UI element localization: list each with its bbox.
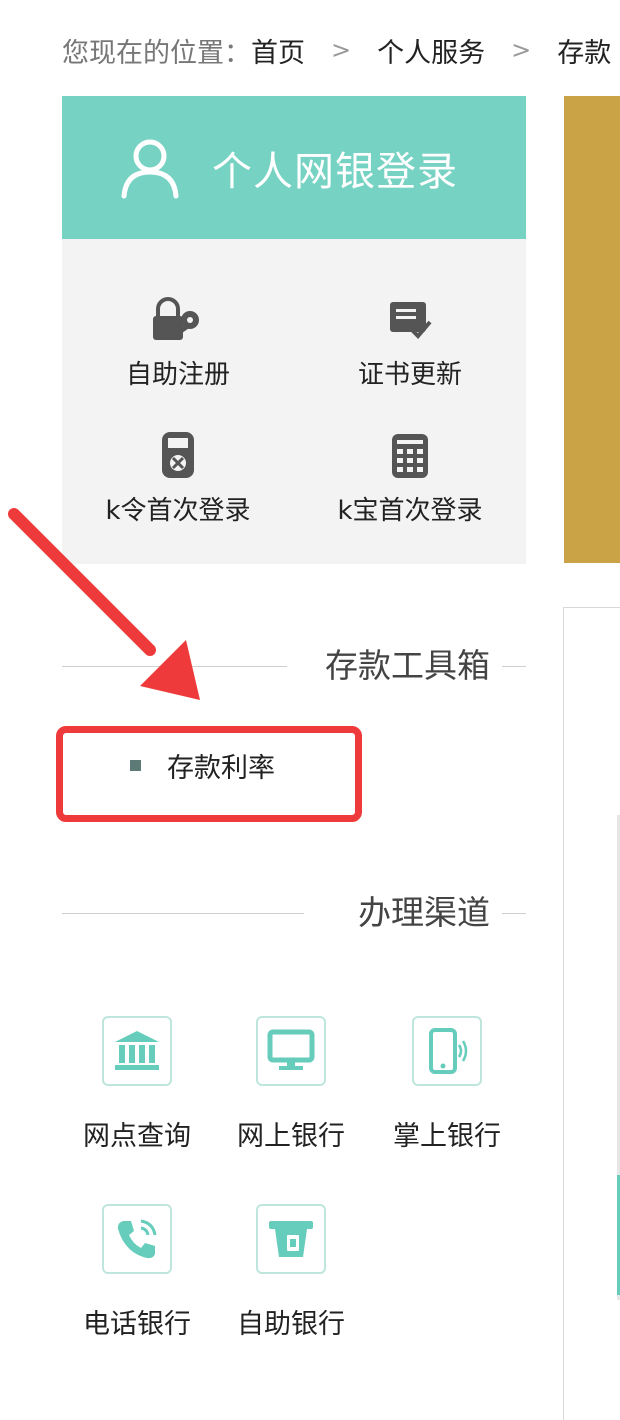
channel-mobile-banking[interactable]: 掌上银行 xyxy=(372,1016,522,1153)
k-token-first-login-label: k令首次登录 xyxy=(105,496,251,526)
deposit-toolbox-heading: 存款工具箱 xyxy=(62,646,526,686)
atm-icon xyxy=(269,1221,313,1257)
channel-branch-query-label: 网点查询 xyxy=(83,1121,191,1152)
channel-self-service-banking-label: 自助银行 xyxy=(237,1309,345,1340)
cert-update-link[interactable]: 证书更新 xyxy=(294,296,526,391)
breadcrumb-home[interactable]: 首页 xyxy=(251,31,305,70)
user-icon xyxy=(121,139,179,198)
self-register-link[interactable]: 自助注册 xyxy=(62,296,294,391)
self-register-label: 自助注册 xyxy=(125,360,230,390)
breadcrumb-personal-services[interactable]: 个人服务 xyxy=(377,31,485,70)
divider-line xyxy=(502,666,526,667)
breadcrumb: 您现在的位置： 首页 > 个人服务 > 存款 xyxy=(62,30,611,70)
deposit-rate-link[interactable]: 存款利率 xyxy=(62,735,362,795)
personal-ebank-login-panel: 个人网银登录 自助注册 证书更新 k令首次登录 k宝首次登录 xyxy=(62,96,526,564)
login-title: 个人网银登录 xyxy=(212,148,458,195)
deposit-toolbox-title: 存款工具箱 xyxy=(325,646,490,685)
channel-online-banking[interactable]: 网上银行 xyxy=(216,1016,366,1153)
channel-phone-banking-label: 电话银行 xyxy=(83,1309,191,1340)
token-device-icon xyxy=(162,432,194,478)
divider-line xyxy=(62,913,304,914)
k-key-first-login-label: k宝首次登录 xyxy=(337,496,483,526)
channels-title: 办理渠道 xyxy=(358,893,490,932)
channel-self-service-banking[interactable]: 自助银行 xyxy=(216,1204,366,1341)
channel-online-banking-label: 网上银行 xyxy=(237,1121,345,1152)
channels-heading: 办理渠道 xyxy=(62,893,526,933)
k-token-first-login-link[interactable]: k令首次登录 xyxy=(62,430,294,527)
breadcrumb-separator: > xyxy=(331,36,352,64)
breadcrumb-deposit[interactable]: 存款 xyxy=(557,31,611,70)
channel-mobile-banking-label: 掌上银行 xyxy=(393,1121,501,1152)
breadcrumb-prefix: 您现在的位置： xyxy=(62,37,251,69)
cert-update-label: 证书更新 xyxy=(357,360,462,390)
deposit-rate-label: 存款利率 xyxy=(167,752,275,784)
lock-key-icon xyxy=(153,297,199,340)
monitor-icon xyxy=(267,1029,315,1070)
divider-line xyxy=(502,913,526,914)
promo-banner[interactable] xyxy=(564,96,620,563)
channel-branch-query[interactable]: 网点查询 xyxy=(62,1016,212,1153)
content-frame xyxy=(563,607,620,1420)
channel-phone-banking[interactable]: 电话银行 xyxy=(62,1204,212,1341)
bank-building-icon xyxy=(115,1031,159,1070)
login-header[interactable]: 个人网银登录 xyxy=(62,96,526,239)
k-key-first-login-link[interactable]: k宝首次登录 xyxy=(294,430,526,527)
mobile-phone-icon xyxy=(429,1028,468,1074)
telephone-icon xyxy=(117,1219,157,1259)
divider-line xyxy=(62,666,287,667)
usb-key-icon xyxy=(392,434,428,478)
bullet-icon xyxy=(130,759,141,771)
breadcrumb-separator: > xyxy=(511,36,532,64)
certificate-icon xyxy=(390,302,432,339)
